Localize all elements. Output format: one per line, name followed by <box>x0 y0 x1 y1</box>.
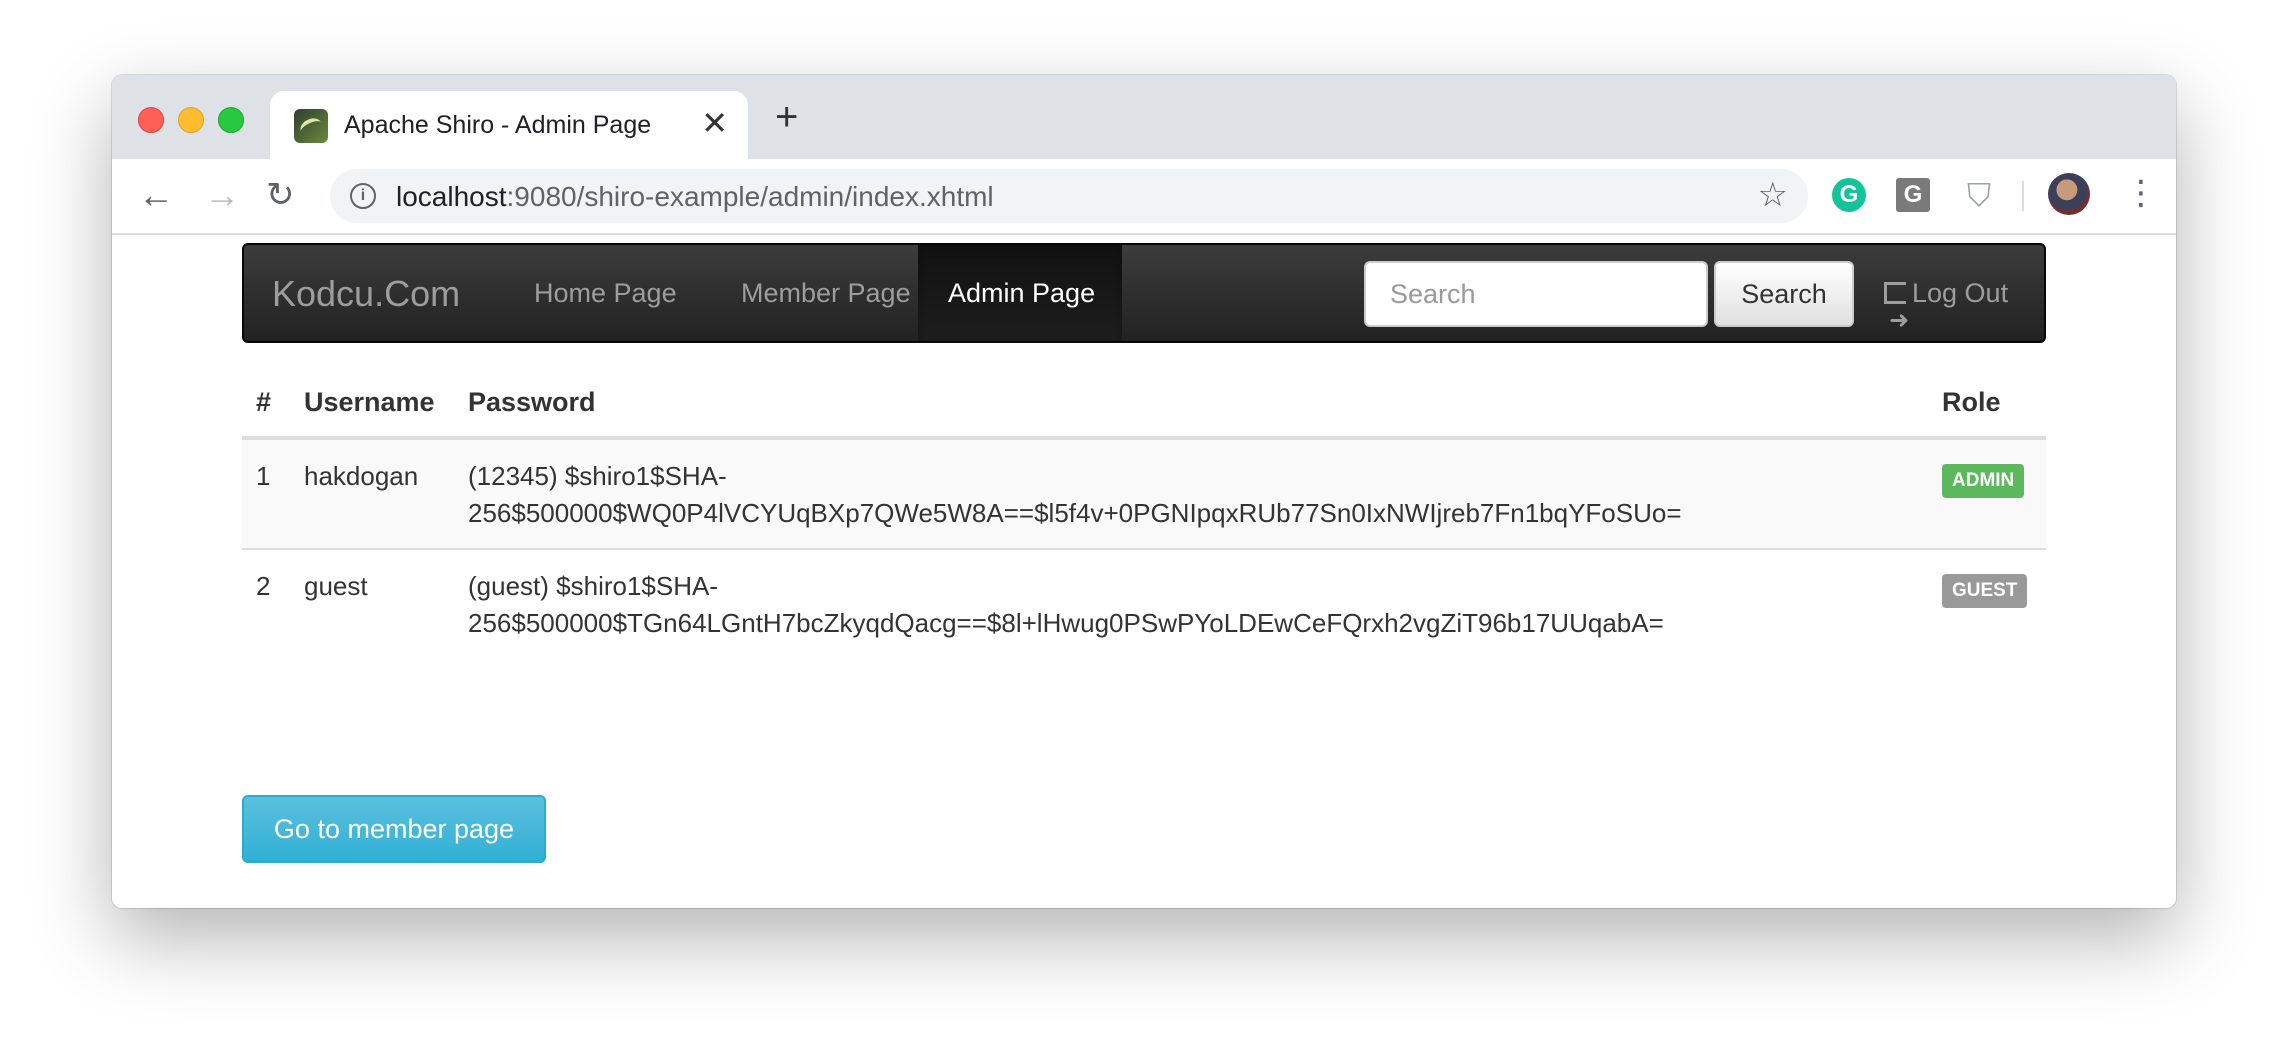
nav-member-page[interactable]: Member Page <box>711 245 941 341</box>
row-password-line: 256$500000$WQ0P4lVCYUqBXp7QWe5W8A==$l5f4… <box>468 498 1682 528</box>
shield-extension-icon[interactable]: ⛉ <box>1962 178 1996 212</box>
header-number: # <box>242 373 290 440</box>
nav-admin-page[interactable]: Admin Page <box>918 245 1122 341</box>
browser-window: Apache Shiro - Admin Page ✕ + ← → ↻ i lo… <box>112 75 2176 908</box>
row-password-line: 256$500000$TGn64LGntH7bcZkyqdQacg==$8l+l… <box>468 608 1664 638</box>
reload-icon[interactable]: ↻ <box>266 175 295 215</box>
tab-close-icon[interactable]: ✕ <box>701 107 728 139</box>
row-password: (guest) $shiro1$SHA- 256$500000$TGn64LGnt… <box>454 548 1928 658</box>
users-table: # Username Password Role 1 hakdogan (123… <box>242 373 2046 658</box>
browser-tab[interactable]: Apache Shiro - Admin Page ✕ <box>270 91 748 159</box>
row-username: guest <box>290 548 454 658</box>
header-username: Username <box>290 373 454 440</box>
tab-title: Apache Shiro - Admin Page <box>344 111 652 139</box>
window-minimize-button[interactable] <box>178 107 204 133</box>
header-role: Role <box>1928 373 2046 440</box>
role-badge-guest: GUEST <box>1942 574 2028 608</box>
tab-strip: Apache Shiro - Admin Page ✕ + <box>112 75 2176 159</box>
window-maximize-button[interactable] <box>218 107 244 133</box>
row-role: ADMIN <box>1928 438 2046 549</box>
profile-avatar[interactable] <box>2048 173 2090 215</box>
toolbar-divider <box>2022 181 2024 211</box>
window-close-button[interactable] <box>138 107 164 133</box>
navbar-brand[interactable]: Kodcu.Com <box>272 273 460 315</box>
table-row: 1 hakdogan (12345) $shiro1$SHA- 256$50000… <box>242 438 2046 549</box>
logout-link[interactable]: Log Out <box>1884 245 2009 369</box>
row-number: 1 <box>242 438 290 549</box>
url-text[interactable]: localhost:9080/shiro-example/admin/index… <box>396 181 994 213</box>
g-extension-icon[interactable]: G <box>1896 178 1930 212</box>
back-arrow-icon[interactable]: ← <box>138 175 174 215</box>
role-badge-admin: ADMIN <box>1942 464 2025 498</box>
header-password: Password <box>454 373 1928 440</box>
table-row: 2 guest (guest) $shiro1$SHA- 256$500000$T… <box>242 548 2046 658</box>
row-number: 2 <box>242 548 290 658</box>
forward-arrow-icon[interactable]: → <box>204 175 240 215</box>
row-username: hakdogan <box>290 438 454 549</box>
logout-icon <box>1884 273 1909 369</box>
search-input[interactable] <box>1364 261 1708 327</box>
url-host: localhost <box>396 181 507 212</box>
page-content: Kodcu.Com Home Page Member Page Admin Pa… <box>112 235 2176 908</box>
logout-label: Log Out <box>1912 278 2009 308</box>
row-password-line: (guest) $shiro1$SHA- <box>468 571 718 601</box>
row-role: GUEST <box>1928 548 2046 658</box>
nav-home-page[interactable]: Home Page <box>504 245 707 341</box>
new-tab-button[interactable]: + <box>775 97 798 137</box>
shiro-favicon-icon <box>294 109 328 143</box>
table-header-row: # Username Password Role <box>242 373 2046 440</box>
address-bar[interactable]: i localhost:9080/shiro-example/admin/ind… <box>330 169 1808 223</box>
row-password-line: (12345) $shiro1$SHA- <box>468 461 727 491</box>
bookmark-star-icon[interactable]: ☆ <box>1758 175 1788 215</box>
menu-kebab-icon[interactable]: ⋮ <box>2124 173 2158 213</box>
site-navbar: Kodcu.Com Home Page Member Page Admin Pa… <box>242 243 2046 369</box>
grammarly-icon[interactable]: G <box>1832 178 1866 212</box>
site-info-icon[interactable]: i <box>350 183 376 209</box>
row-password: (12345) $shiro1$SHA- 256$500000$WQ0P4lVCY… <box>454 438 1928 549</box>
search-button[interactable]: Search <box>1714 261 1854 327</box>
browser-toolbar: ← → ↻ i localhost:9080/shiro-example/adm… <box>112 159 2176 235</box>
url-path: :9080/shiro-example/admin/index.xhtml <box>506 181 994 212</box>
go-to-member-page-button[interactable]: Go to member page <box>242 795 546 863</box>
